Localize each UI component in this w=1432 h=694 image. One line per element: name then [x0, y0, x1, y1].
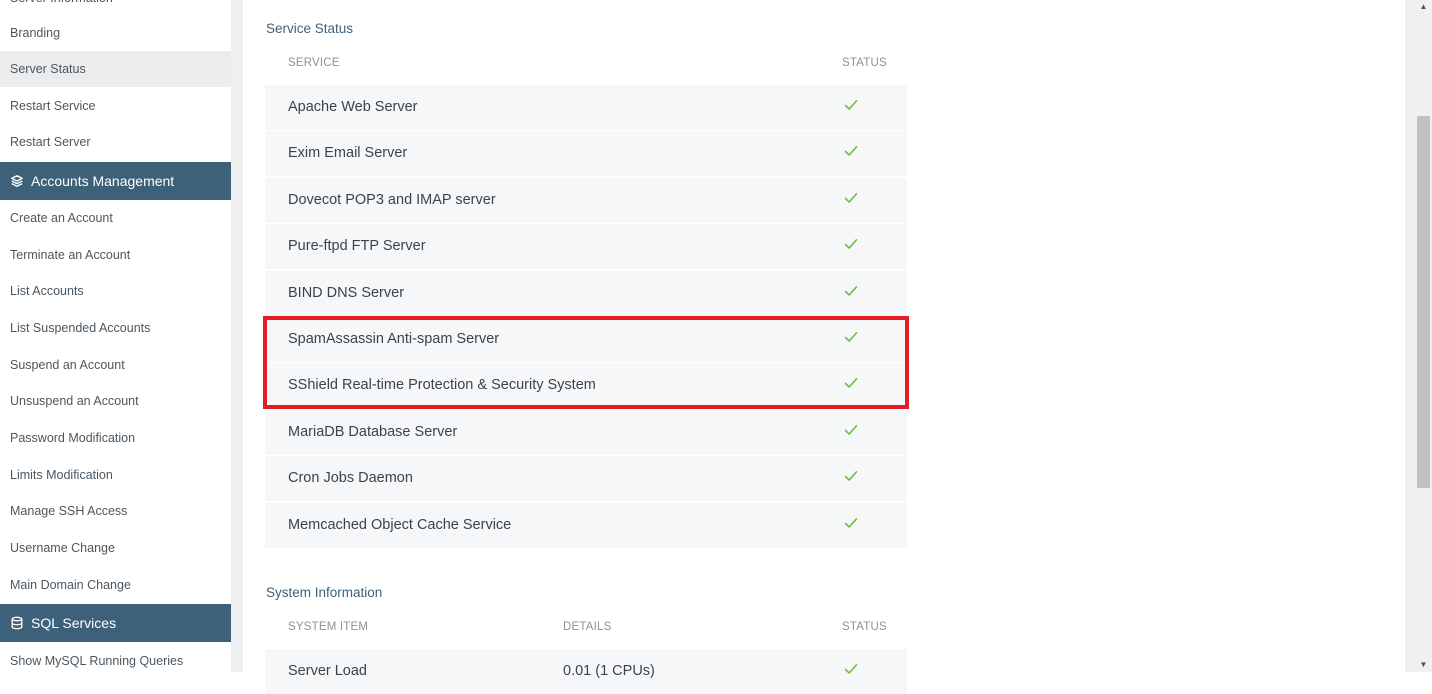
vertical-scrollbar[interactable]: ▲ ▼	[1415, 0, 1432, 672]
sidebar-item-manage-ssh-access[interactable]: Manage SSH Access	[0, 493, 231, 529]
main-content: Service Status SERVICE STATUS Apache Web…	[243, 0, 1405, 694]
sidebar-item-suspend-account[interactable]: Suspend an Account	[0, 347, 231, 383]
sidebar-item-limits-modification[interactable]: Limits Modification	[0, 457, 231, 493]
layers-icon	[11, 175, 23, 187]
service-row: Apache Web Server	[265, 85, 907, 130]
right-gutter	[1405, 0, 1415, 672]
scroll-up-arrow-icon[interactable]: ▲	[1415, 0, 1432, 14]
service-row: Exim Email Server	[265, 131, 907, 176]
sidebar-item-terminate-account[interactable]: Terminate an Account	[0, 237, 231, 273]
sidebar-item-branding[interactable]: Branding	[0, 15, 231, 51]
sidebar-item-server-information[interactable]: Server Information	[0, 0, 231, 16]
check-icon	[844, 286, 858, 296]
service-status-title: Service Status	[266, 21, 354, 36]
check-icon	[844, 664, 858, 674]
service-row: Pure-ftpd FTP Server	[265, 224, 907, 269]
service-row: Memcached Object Cache Service	[265, 503, 907, 548]
column-header-details: DETAILS	[563, 621, 612, 633]
system-information-title: System Information	[266, 585, 383, 600]
sidebar-header-accounts-management[interactable]: Accounts Management	[0, 162, 231, 200]
check-icon	[844, 425, 858, 435]
service-name: Apache Web Server	[288, 99, 418, 115]
check-icon	[844, 471, 858, 481]
column-header-system-status: STATUS	[842, 621, 887, 633]
sidebar-item-restart-service[interactable]: Restart Service	[0, 88, 231, 124]
service-row: BIND DNS Server	[265, 271, 907, 316]
service-name: Exim Email Server	[288, 145, 408, 161]
service-name: Pure-ftpd FTP Server	[288, 238, 426, 254]
sidebar-item-username-change[interactable]: Username Change	[0, 530, 231, 566]
service-name: Cron Jobs Daemon	[288, 470, 413, 486]
service-name: BIND DNS Server	[288, 285, 405, 301]
service-name: SpamAssassin Anti-spam Server	[288, 331, 500, 347]
sidebar-header-sql-services[interactable]: SQL Services	[0, 604, 231, 642]
check-icon	[844, 518, 858, 528]
column-header-service: SERVICE	[288, 57, 340, 69]
sidebar-item-password-modification[interactable]: Password Modification	[0, 420, 231, 456]
service-name: Dovecot POP3 and IMAP server	[288, 192, 496, 208]
left-gutter	[231, 0, 243, 672]
sidebar-item-restart-server[interactable]: Restart Server	[0, 124, 231, 160]
sidebar-item-show-mysql-running-queries[interactable]: Show MySQL Running Queries	[0, 643, 231, 679]
check-icon	[844, 332, 858, 342]
sidebar: Server Information Branding Server Statu…	[0, 0, 231, 672]
check-icon	[844, 239, 858, 249]
sidebar-item-create-account[interactable]: Create an Account	[0, 200, 231, 236]
service-name: MariaDB Database Server	[288, 424, 458, 440]
service-row: Dovecot POP3 and IMAP server	[265, 178, 907, 223]
check-icon	[844, 146, 858, 156]
column-header-status: STATUS	[842, 57, 887, 69]
sidebar-item-unsuspend-account[interactable]: Unsuspend an Account	[0, 383, 231, 419]
service-name: SShield Real-time Protection & Security …	[288, 377, 596, 393]
sidebar-item-list-accounts[interactable]: List Accounts	[0, 273, 231, 309]
sidebar-item-main-domain-change[interactable]: Main Domain Change	[0, 567, 231, 603]
check-icon	[844, 193, 858, 203]
service-row: MariaDB Database Server	[265, 410, 907, 455]
sidebar-item-list-suspended-accounts[interactable]: List Suspended Accounts	[0, 310, 231, 346]
service-row: SShield Real-time Protection & Security …	[265, 363, 907, 408]
service-name: Memcached Object Cache Service	[288, 517, 512, 533]
check-icon	[844, 100, 858, 110]
scroll-down-arrow-icon[interactable]: ▼	[1415, 658, 1432, 672]
service-row: Cron Jobs Daemon	[265, 456, 907, 501]
service-row: SpamAssassin Anti-spam Server	[265, 317, 907, 362]
check-icon	[844, 378, 858, 388]
column-header-system-item: SYSTEM ITEM	[288, 621, 369, 633]
sidebar-item-server-status[interactable]: Server Status	[0, 51, 231, 87]
database-icon	[11, 616, 23, 630]
scrollbar-thumb[interactable]	[1417, 116, 1430, 488]
